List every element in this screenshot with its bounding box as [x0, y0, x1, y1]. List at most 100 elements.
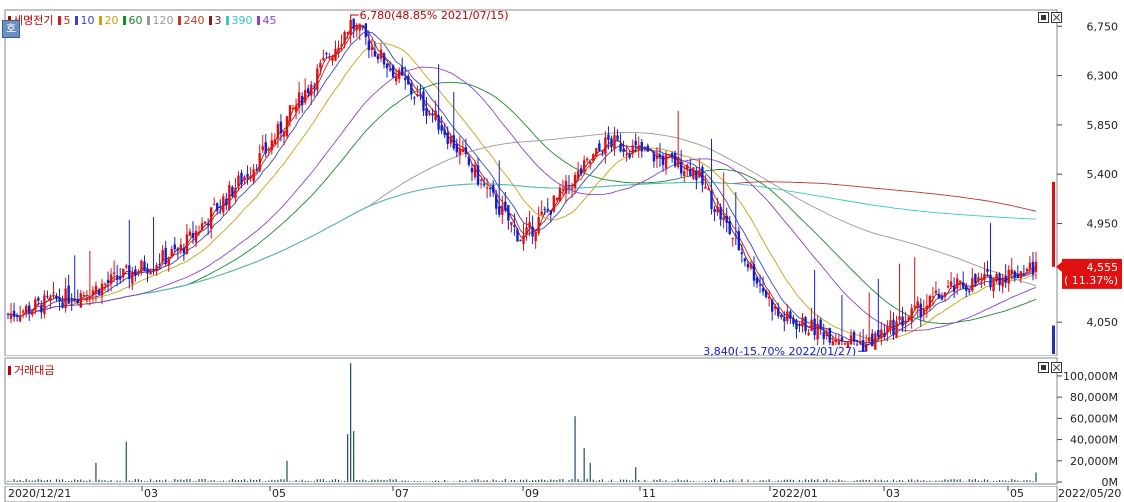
volume-bar — [125, 441, 127, 482]
volume-bar — [362, 479, 364, 482]
volume-tick-label: 100,000M — [1063, 370, 1118, 383]
legend-ma-20[interactable]: 20 — [99, 14, 118, 27]
volume-bar — [13, 479, 15, 482]
volume-bar — [522, 479, 525, 482]
volume-bar — [950, 479, 952, 482]
volume-bar — [917, 479, 919, 482]
volume-bar — [92, 481, 94, 482]
volume-bar — [28, 480, 30, 482]
chart-mode-button[interactable]: 호 — [2, 20, 20, 38]
volume-bar — [859, 479, 861, 482]
volume-bar — [947, 479, 949, 482]
volume-bar — [265, 480, 267, 482]
volume-bar — [19, 479, 21, 482]
volume-bar — [1035, 472, 1037, 482]
price-chart[interactable]: 6,750 6,300 5,850 5,400 4,950 4,050 6,780(48.… — [0, 0, 1124, 356]
ma-legend: 세명전기 5 10 20 60 120 240 3 390 45 — [8, 12, 286, 28]
legend-ma-60[interactable]: 60 — [123, 14, 142, 27]
volume-bar — [598, 480, 600, 482]
volume-bar — [874, 479, 876, 482]
minimize-icon[interactable] — [1038, 12, 1049, 23]
current-change: ( 11.37%) — [1064, 274, 1118, 287]
volume-bar — [401, 480, 403, 482]
volume-bar — [832, 480, 834, 482]
volume-bar — [58, 479, 61, 482]
volume-bar — [911, 479, 913, 482]
volume-title: 거래대금 — [8, 362, 54, 378]
volume-bar — [553, 479, 555, 482]
candle — [222, 193, 225, 216]
volume-bar — [310, 481, 312, 482]
chart-window: 6,750 6,300 5,850 5,400 4,950 4,050 6,780(48.… — [0, 0, 1124, 502]
volume-bar — [104, 480, 106, 482]
volume-bar — [992, 480, 995, 482]
volume-bar — [659, 479, 661, 482]
legend-ma-120[interactable]: 120 — [147, 14, 173, 27]
volume-bar — [419, 481, 422, 482]
volume-bar — [146, 481, 149, 482]
volume-bar — [807, 480, 810, 482]
volume-bar — [186, 479, 188, 482]
volume-chart[interactable]: 100,000M 80,000M 60,000M 40,000M 20,000M 0M — [0, 356, 1124, 486]
volume-bar — [783, 479, 785, 482]
legend-ma-10[interactable]: 10 — [75, 14, 94, 27]
volume-bar — [810, 479, 813, 482]
volume-bar — [547, 480, 549, 482]
legend-ma-45[interactable]: 45 — [257, 14, 276, 27]
volume-bar — [1020, 481, 1022, 482]
volume-bar — [550, 479, 552, 482]
volume-bar — [204, 479, 206, 482]
close-icon[interactable] — [1051, 362, 1062, 373]
volume-bar — [562, 479, 564, 482]
volume-bar — [844, 481, 846, 482]
volume-bar — [413, 480, 415, 482]
volume-bar — [95, 462, 97, 482]
minimize-icon[interactable] — [1038, 362, 1049, 373]
legend-ma-5[interactable]: 5 — [58, 14, 70, 27]
volume-bar — [25, 479, 27, 482]
volume-bar — [134, 479, 136, 482]
volume-bar — [944, 479, 946, 482]
current-price: 4,555 — [1087, 261, 1119, 274]
volume-bar — [589, 462, 591, 482]
volume-bar — [325, 480, 328, 482]
volume-bar — [298, 481, 300, 482]
volume-bar — [977, 480, 979, 482]
volume-bar — [841, 480, 843, 482]
legend-ma-390[interactable]: 390 — [226, 14, 252, 27]
volume-bar — [1005, 480, 1007, 482]
volume-bar — [347, 434, 349, 482]
low-annotation: 3,840(-15.70% 2022/01/27) — [703, 345, 856, 356]
legend-ma-240[interactable]: 240 — [178, 14, 204, 27]
volume-bar — [780, 480, 782, 482]
volume-bar — [856, 480, 858, 482]
volume-bar — [425, 481, 428, 482]
date-label: 05 — [1010, 487, 1024, 500]
volume-bar — [635, 467, 637, 482]
legend-ma-3[interactable]: 3 — [209, 14, 221, 27]
volume-bar — [629, 480, 631, 482]
volume-bar — [1014, 479, 1016, 482]
volume-bar — [331, 479, 334, 482]
volume-bar — [271, 479, 273, 482]
volume-bar — [416, 481, 418, 482]
volume-bar — [638, 479, 640, 482]
volume-bar — [368, 481, 370, 482]
volume-bar — [222, 480, 224, 482]
volume-bar — [253, 480, 255, 482]
volume-bar — [350, 363, 352, 482]
volume-bar — [850, 481, 852, 482]
volume-bar — [586, 478, 588, 482]
candle — [285, 116, 289, 140]
volume-bar — [886, 480, 889, 482]
date-label: 11 — [642, 487, 656, 500]
volume-bar — [732, 479, 734, 482]
volume-bar — [447, 481, 449, 482]
volume-bar — [877, 480, 879, 482]
volume-bar — [277, 479, 279, 482]
volume-bar — [438, 480, 440, 482]
volume-bar — [826, 479, 828, 482]
volume-bar — [713, 479, 716, 482]
date-label: 07 — [395, 487, 409, 500]
close-icon[interactable] — [1051, 12, 1062, 23]
